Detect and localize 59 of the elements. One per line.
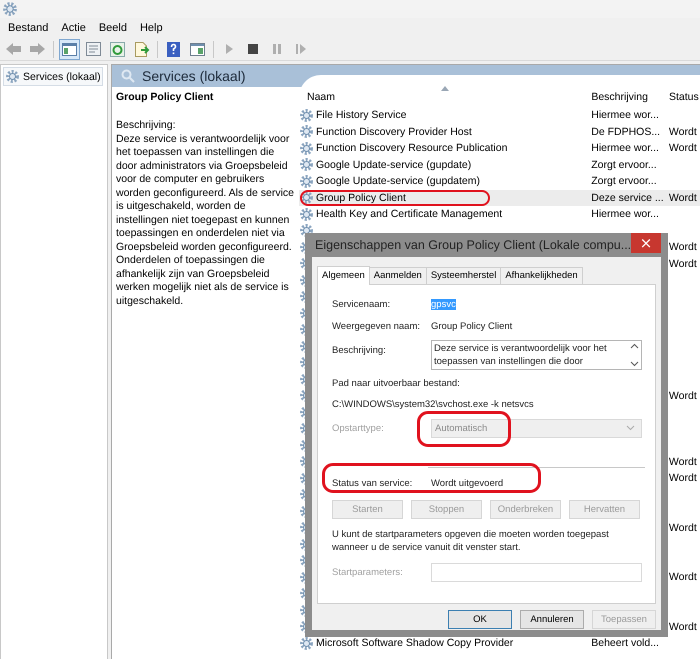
service-description: Zorgt ervoor... bbox=[591, 175, 657, 188]
field-label: Status van service: bbox=[332, 478, 414, 488]
service-status: Wordt bbox=[668, 522, 697, 534]
service-description: Hiermee wor... bbox=[591, 109, 659, 122]
tab[interactable]: Algemeen bbox=[317, 266, 370, 285]
menu-item[interactable]: Beeld bbox=[92, 22, 134, 34]
dialog-button[interactable]: OK bbox=[448, 610, 512, 629]
service-status: Wordt bbox=[668, 126, 697, 138]
close-button[interactable]: × bbox=[631, 233, 661, 253]
menu-item[interactable]: Actie bbox=[55, 22, 93, 34]
menu-item[interactable]: Bestand bbox=[2, 22, 56, 34]
dialog-button[interactable]: Annuleren bbox=[520, 610, 584, 629]
field-label: Pad naar uitvoerbaar bestand: bbox=[332, 377, 461, 391]
service-status: Wordt bbox=[668, 241, 697, 254]
service-description: Beheert vold... bbox=[591, 637, 659, 650]
description-field[interactable]: Deze service is verantwoordelijk voor het toepassen van instellingen die door bbox=[431, 340, 642, 370]
dialog-title: Eigenschappen van Group Policy Client (Lokale compu... bbox=[314, 238, 632, 252]
service-title: Group Policy Client bbox=[116, 91, 214, 103]
service-status: Wordt bbox=[668, 620, 697, 633]
service-status: Wordt bbox=[668, 142, 697, 154]
service-status: Wordt bbox=[668, 390, 697, 402]
pane-title: Services (lokaal) bbox=[142, 68, 246, 84]
service-name[interactable]: Microsoft Software Shadow Copy Provider bbox=[316, 637, 514, 650]
path-value: C:\WINDOWS\system32\svchost.exe -k netsvcs bbox=[332, 398, 535, 412]
column-header[interactable]: Naam bbox=[299, 85, 592, 105]
service-status: Wordt bbox=[668, 571, 697, 584]
service-name[interactable]: Function Discovery Resource Publication bbox=[316, 142, 508, 154]
list-row[interactable]: Group Policy Client Deze service ... Wordt bbox=[299, 190, 700, 206]
column-header[interactable]: Status bbox=[668, 85, 700, 105]
field-label: Servicenaam: bbox=[332, 298, 392, 310]
service-description: Zorgt ervoor... bbox=[591, 158, 657, 171]
field-label: Beschrijving: bbox=[332, 344, 387, 356]
description-text: Deze service is verantwoordelijk voor het toepassen van instellingen die door administrators via Groepsbeleid voor de computer en gebruikers worden geconfigureerd. Als de service is uitgeschakeld, worden de instellingen niet toegepast en kunnen toepassingen en onderdelen niet via Groepsbeleid worden geconfigureerd. Onderdelen of toepassingen die afhankelijk zijn van Groepsbeleid werken mogelijk niet als de service is uitgeschakeld. bbox=[116, 132, 296, 308]
service-description: Hiermee wor... bbox=[591, 208, 659, 220]
service-status: Wordt bbox=[668, 456, 697, 468]
service-description: Deze service ... bbox=[591, 192, 664, 204]
column-header[interactable]: Beschrijving bbox=[591, 85, 669, 105]
service-status: Wordt bbox=[668, 472, 697, 484]
service-name[interactable]: File History Service bbox=[316, 109, 406, 122]
service-name[interactable]: Google Update-service (gupdatem) bbox=[316, 175, 480, 188]
field-label: Startparameters: bbox=[332, 566, 404, 578]
menu-item[interactable]: Help bbox=[134, 22, 170, 34]
service-name-value: gpsvc bbox=[431, 298, 456, 310]
hint-text: U kunt de startparameters opgeven die moeten worden toegepast wanneer u de service vanuit dit venster start. bbox=[332, 528, 610, 554]
description-label: Beschrijving: bbox=[116, 119, 177, 132]
service-description: Hiermee wor... bbox=[591, 142, 659, 154]
service-description: De FDPHOS... bbox=[591, 126, 660, 138]
service-name[interactable]: Google Update-service (gupdate) bbox=[316, 158, 472, 171]
service-status: Wordt bbox=[668, 258, 697, 270]
service-name[interactable]: Function Discovery Provider Host bbox=[316, 126, 472, 138]
field-label: Weergegeven naam: bbox=[332, 320, 422, 332]
service-name[interactable]: Health Key and Certificate Management bbox=[316, 208, 502, 220]
service-name[interactable]: Group Policy Client bbox=[316, 192, 406, 204]
tab[interactable]: Afhankelijkheden bbox=[500, 267, 583, 284]
service-status: Wordt bbox=[668, 192, 697, 204]
tree-item[interactable]: Services (lokaal) bbox=[3, 67, 103, 86]
service-status-value: Wordt uitgevoerd bbox=[431, 478, 504, 488]
display-name-value: Group Policy Client bbox=[431, 320, 512, 332]
field-label: Opstarttype: bbox=[332, 422, 385, 434]
